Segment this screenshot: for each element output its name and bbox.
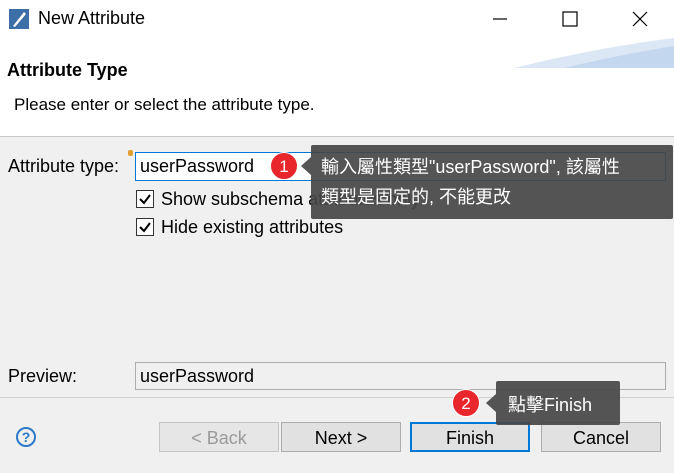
app-icon (8, 8, 30, 30)
close-button[interactable] (610, 0, 670, 38)
content-assist-indicator (128, 150, 133, 156)
next-button[interactable]: Next > (281, 422, 401, 452)
step-1-callout: 輸入屬性類型"userPassword", 該屬性 類型是固定的, 不能更改 (301, 145, 673, 219)
hide-existing-checkbox[interactable] (136, 218, 154, 236)
step-2-callout-text: 點擊Finish (508, 395, 593, 415)
step-1-callout-line2: 類型是固定的, 不能更改 (321, 187, 512, 207)
page-description: Please enter or select the attribute typ… (14, 95, 315, 114)
step-2-badge: 2 (452, 389, 480, 417)
page-title: Attribute Type (7, 60, 128, 80)
maximize-icon (562, 11, 578, 27)
step-2-callout: 點擊Finish (486, 381, 620, 425)
wizard-header: Attribute Type Please enter or select th… (0, 38, 674, 137)
step-1-badge: 1 (270, 152, 298, 180)
step-1-callout-line1: 輸入屬性類型"userPassword", 該屬性 (321, 157, 620, 177)
back-button[interactable]: < Back (159, 422, 279, 452)
hide-existing-label[interactable]: Hide existing attributes (161, 217, 343, 238)
banner-graphic (514, 38, 674, 68)
minimize-button[interactable] (470, 0, 530, 38)
checkmark-icon (139, 194, 151, 205)
show-subschema-checkbox[interactable] (136, 190, 154, 208)
checkmark-icon (139, 222, 151, 233)
close-icon (632, 11, 648, 27)
attribute-type-label: Attribute type: (8, 156, 120, 176)
help-icon[interactable]: ? (16, 427, 36, 447)
minimize-icon (493, 18, 507, 20)
title-bar: New Attribute (0, 0, 674, 38)
cancel-button[interactable]: Cancel (541, 422, 661, 452)
window-title: New Attribute (38, 8, 146, 28)
finish-button[interactable]: Finish (410, 422, 530, 452)
preview-label: Preview: (8, 366, 78, 386)
maximize-button[interactable] (540, 0, 600, 38)
